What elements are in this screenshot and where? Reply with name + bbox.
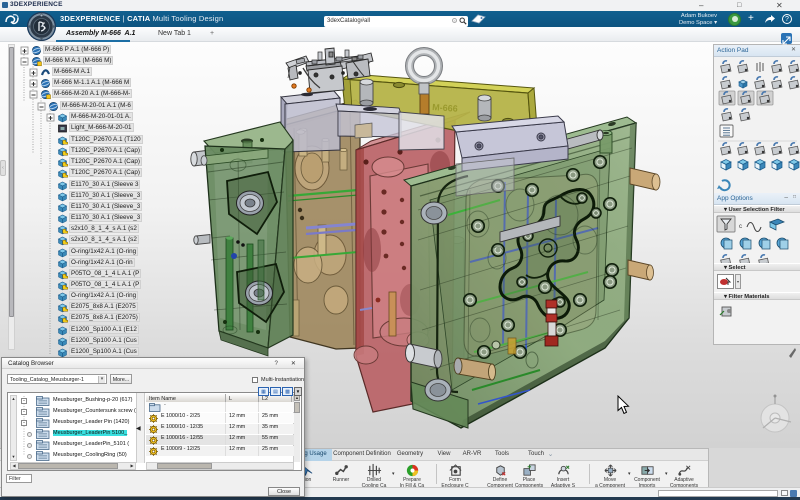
svg-text:c: c — [739, 224, 742, 230]
svg-text:M-666: M-666 — [432, 102, 458, 114]
